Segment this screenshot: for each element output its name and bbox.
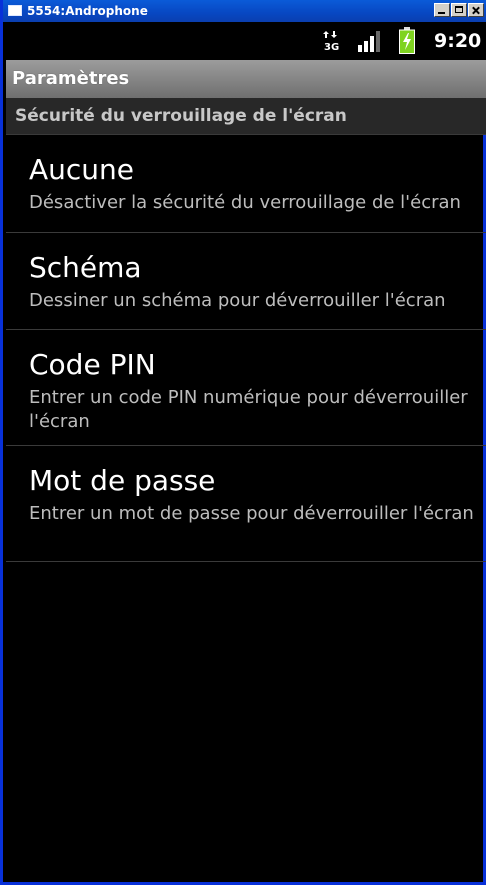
window-title: 5554:Androphone	[27, 4, 148, 18]
maximize-button[interactable]	[451, 3, 467, 17]
window-app-icon[interactable]	[8, 5, 22, 16]
option-title: Code PIN	[29, 348, 156, 381]
option-summary: Entrer un mot de passe pour déverrouille…	[29, 503, 474, 524]
page-title: Paramètres	[12, 68, 130, 89]
settings-title-bar: Paramètres	[6, 60, 486, 98]
status-clock: 9:20	[434, 30, 482, 52]
option-none[interactable]: Aucune Désactiver la sécurité du verroui…	[6, 135, 486, 233]
svg-text:3G: 3G	[324, 42, 339, 51]
emulator-window: 5554:Androphone 3G 9:20 Paramètres Sécur…	[0, 0, 486, 885]
option-title: Mot de passe	[29, 464, 216, 497]
option-title: Aucune	[29, 153, 135, 186]
minimize-button[interactable]	[434, 3, 450, 17]
section-header: Sécurité du verrouillage de l'écran	[6, 98, 486, 135]
3g-data-icon: 3G	[323, 31, 339, 51]
section-label: Sécurité du verrouillage de l'écran	[15, 106, 347, 126]
close-button[interactable]	[468, 3, 484, 17]
signal-strength-icon	[358, 31, 380, 52]
android-status-bar[interactable]: 3G 9:20	[6, 22, 486, 60]
lock-options-list: Aucune Désactiver la sécurité du verroui…	[6, 135, 486, 562]
option-password[interactable]: Mot de passe Entrer un mot de passe pour…	[6, 446, 486, 562]
battery-charging-icon	[399, 27, 415, 54]
window-titlebar[interactable]: 5554:Androphone	[3, 0, 486, 22]
option-pin[interactable]: Code PIN Entrer un code PIN numérique po…	[6, 330, 486, 446]
option-title: Schéma	[29, 251, 142, 284]
option-pattern[interactable]: Schéma Dessiner un schéma pour déverroui…	[6, 233, 486, 330]
option-summary: Dessiner un schéma pour déverrouiller l'…	[29, 290, 446, 311]
option-summary: Entrer un code PIN numérique pour déverr…	[29, 387, 468, 432]
option-summary: Désactiver la sécurité du verrouillage d…	[29, 192, 461, 213]
